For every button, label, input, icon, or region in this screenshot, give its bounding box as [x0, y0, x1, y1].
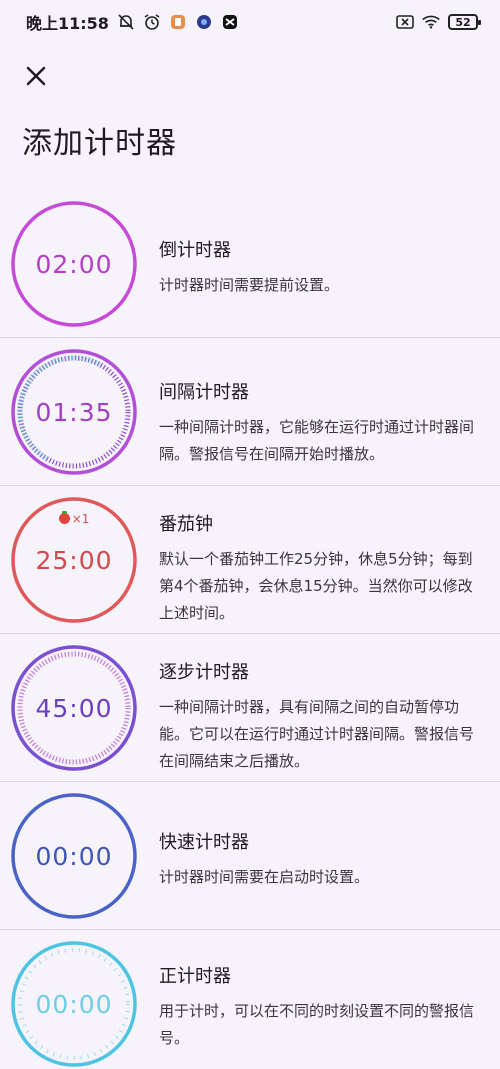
timer-title: 番茄钟 [159, 514, 213, 535]
mute-bell-icon [117, 13, 135, 31]
timer-time: 01:35 [35, 397, 113, 427]
timer-description: 默认一个番茄钟工作25分钟，休息5分钟；每到第4个番茄钟，会休息15分钟。当然你… [159, 550, 473, 622]
status-time: 晚上11:58 [26, 14, 109, 33]
timer-option-tomato[interactable]: ×1 25:00 番茄钟 默认一个番茄钟工作25分钟，休息5分钟；每到第4个番茄… [0, 486, 500, 634]
timer-title: 逐步计时器 [159, 662, 249, 683]
page-title: 添加计时器 [22, 126, 177, 161]
timer-title: 间隔计时器 [159, 382, 249, 403]
timer-time: 45:00 [35, 693, 113, 723]
timer-option-stepwise[interactable]: 45:00 逐步计时器 一种间隔计时器，具有间隔之间的自动暂停功能。它可以在运行… [0, 634, 500, 782]
timer-description: 计时器时间需要在启动时设置。 [159, 868, 370, 886]
close-button[interactable] [20, 62, 52, 94]
timer-description: 一种间隔计时器，具有间隔之间的自动暂停功能。它可以在运行时通过计时器间隔。警报信… [159, 698, 475, 770]
timer-option-quick[interactable]: 00:00 快速计时器 计时器时间需要在启动时设置。 [0, 782, 500, 930]
wifi-icon [422, 13, 440, 31]
timer-option-stopwatch[interactable]: 00:00 正计时器 用于计时，可以在不同的时刻设置不同的警报信号。 [0, 930, 500, 1069]
timer-description: 用于计时，可以在不同的时刻设置不同的警报信号。 [159, 1002, 475, 1047]
app-notification-icon [195, 13, 213, 31]
timer-dial: ×1 25:00 [10, 496, 138, 624]
battery-icon: 52 [448, 14, 481, 30]
alarm-clock-icon [143, 13, 161, 31]
timer-description: 一种间隔计时器，它能够在运行时通过计时器间隔。警报信号在间隔开始时播放。 [159, 418, 475, 463]
status-bar: 晚上11:58 52 [0, 0, 500, 44]
timer-dial: 02:00 [10, 200, 138, 328]
app-notification-icon [169, 13, 187, 31]
timer-dial: 00:00 [10, 792, 138, 920]
timer-description: 计时器时间需要提前设置。 [159, 276, 340, 294]
timer-time: 25:00 [35, 545, 113, 575]
timer-option-interval[interactable]: 01:35 间隔计时器 一种间隔计时器，它能够在运行时通过计时器间隔。警报信号在… [0, 338, 500, 486]
timer-option-countdown[interactable]: 02:00 倒计时器 计时器时间需要提前设置。 [0, 190, 500, 338]
timer-dial: 45:00 [10, 644, 138, 772]
timer-time: 00:00 [35, 989, 113, 1019]
close-icon [25, 65, 47, 91]
timer-time: 02:00 [35, 249, 113, 279]
sim-x-icon [396, 13, 414, 31]
timer-dial: 01:35 [10, 348, 138, 476]
timer-title: 正计时器 [159, 966, 231, 987]
app-notification-icon [221, 13, 239, 31]
timer-type-list: 02:00 倒计时器 计时器时间需要提前设置。 01:35 间隔计时器 一种间隔… [0, 190, 500, 1069]
timer-title: 倒计时器 [159, 240, 231, 261]
timer-title: 快速计时器 [159, 832, 249, 853]
timer-time: 00:00 [35, 841, 113, 871]
timer-dial: 00:00 [10, 940, 138, 1068]
